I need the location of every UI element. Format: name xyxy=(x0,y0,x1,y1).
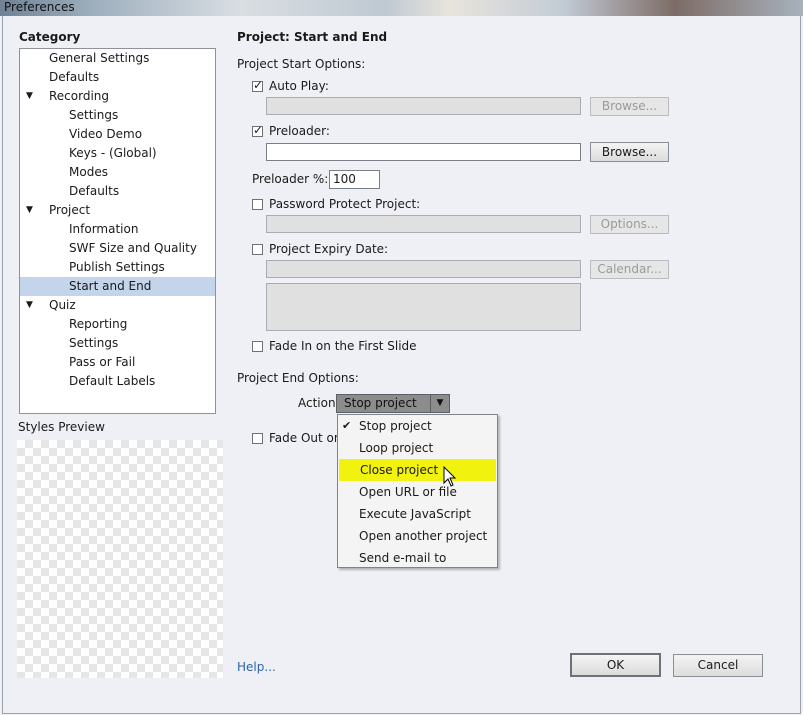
styles-preview-label: Styles Preview xyxy=(18,420,105,434)
tree-item[interactable]: Default Labels xyxy=(20,372,215,391)
tree-item-label: Modes xyxy=(69,165,108,179)
tree-item-label: Default Labels xyxy=(69,374,156,388)
action-menu-item[interactable]: Loop project xyxy=(338,437,497,459)
title-bar xyxy=(0,0,803,16)
tree-item-label: Start and End xyxy=(69,279,152,293)
tree-item[interactable]: Defaults xyxy=(20,68,215,87)
expiry-date-label: Project Expiry Date: xyxy=(269,242,389,256)
expand-triangle-icon[interactable]: ▼ xyxy=(26,296,33,315)
tree-item-label: Defaults xyxy=(69,184,120,198)
action-menu-item-label: Open another project xyxy=(359,529,488,543)
ok-button[interactable]: OK xyxy=(570,653,661,677)
expiry-date-field[interactable] xyxy=(266,260,581,278)
fade-out-label: Fade Out on xyxy=(269,431,342,445)
expiry-date-checkbox[interactable] xyxy=(252,244,263,255)
window-title: Preferences xyxy=(4,0,75,14)
action-select[interactable]: Stop project ▼ xyxy=(336,394,450,413)
cancel-button[interactable]: Cancel xyxy=(673,654,763,677)
preloader-percent-field[interactable]: 100 xyxy=(329,170,380,189)
fade-in-checkbox[interactable] xyxy=(252,341,263,352)
tree-item[interactable]: Information xyxy=(20,220,215,239)
tree-item-label: Video Demo xyxy=(69,127,143,141)
tree-item[interactable]: ▼ Project xyxy=(20,201,215,220)
action-label: Action: xyxy=(298,396,340,410)
password-options-button[interactable]: Options... xyxy=(590,215,669,234)
tree-item[interactable]: Reporting xyxy=(20,315,215,334)
expand-triangle-icon[interactable]: ▼ xyxy=(26,201,33,220)
preloader-percent-label: Preloader %: xyxy=(252,172,329,186)
expiry-message-area[interactable] xyxy=(266,283,581,331)
preloader-label: Preloader: xyxy=(269,124,330,138)
tree-item[interactable]: Keys - (Global) xyxy=(20,144,215,163)
styles-preview-canvas xyxy=(17,440,223,678)
action-menu-item-label: Close project xyxy=(360,463,439,477)
tree-item-label: Publish Settings xyxy=(69,260,165,274)
tree-item[interactable]: Defaults xyxy=(20,182,215,201)
chevron-down-icon[interactable]: ▼ xyxy=(430,395,449,412)
mouse-cursor-icon xyxy=(443,466,457,487)
preloader-path-field[interactable] xyxy=(266,143,581,161)
tree-item-label: Settings xyxy=(69,108,119,122)
fade-out-checkbox[interactable] xyxy=(252,433,263,444)
tree-item[interactable]: ▼ Recording xyxy=(20,87,215,106)
tree-item[interactable]: Video Demo xyxy=(20,125,215,144)
action-menu-item[interactable]: Open URL or file xyxy=(338,481,497,503)
tree-item-label: General Settings xyxy=(49,51,150,65)
tree-item-label: Quiz xyxy=(49,298,76,312)
tree-item-label: Pass or Fail xyxy=(69,355,136,369)
category-heading: Category xyxy=(19,30,81,44)
action-menu-item-label: Loop project xyxy=(359,441,434,455)
action-menu-item-label: Send e-mail to xyxy=(359,551,447,565)
tree-item[interactable]: Modes xyxy=(20,163,215,182)
checkmark-icon: ✓ xyxy=(253,123,264,137)
end-options-label: Project End Options: xyxy=(237,371,359,385)
checkmark-icon: ✔ xyxy=(342,419,352,432)
password-protect-label: Password Protect Project: xyxy=(269,197,421,211)
password-field[interactable] xyxy=(266,215,581,233)
tree-item-label: SWF Size and Quality xyxy=(69,241,197,255)
action-menu-item[interactable]: ✔ Stop project xyxy=(338,415,497,437)
preloader-browse-button[interactable]: Browse... xyxy=(590,142,669,162)
tree-item[interactable]: Start and End xyxy=(20,277,215,296)
tree-item-label: Settings xyxy=(69,336,119,350)
tree-item-label: Reporting xyxy=(69,317,128,331)
fade-in-label: Fade In on the First Slide xyxy=(269,339,417,353)
tree-item-label: Defaults xyxy=(49,70,100,84)
tree-item[interactable]: Settings xyxy=(20,334,215,353)
action-menu-item-label: Stop project xyxy=(359,419,432,433)
auto-play-path-field[interactable] xyxy=(266,97,581,115)
action-menu-item[interactable]: Open another project xyxy=(338,525,497,547)
auto-play-label: Auto Play: xyxy=(269,79,329,93)
action-menu-item[interactable]: Execute JavaScript xyxy=(338,503,497,525)
tree-item[interactable]: General Settings xyxy=(20,49,215,68)
preloader-checkbox[interactable]: ✓ xyxy=(252,123,264,137)
password-protect-checkbox[interactable] xyxy=(252,199,263,210)
tree-item-label: Project xyxy=(49,203,91,217)
category-tree[interactable]: General Settings Defaults ▼ Recording Settin… xyxy=(19,48,216,414)
tree-item[interactable]: Publish Settings xyxy=(20,258,215,277)
start-options-label: Project Start Options: xyxy=(237,57,366,71)
auto-play-browse-button[interactable]: Browse... xyxy=(590,97,669,116)
expand-triangle-icon[interactable]: ▼ xyxy=(26,87,33,106)
action-menu-item[interactable]: Close project xyxy=(339,459,496,481)
action-dropdown-menu: ✔ Stop project Loop project Close project Op… xyxy=(337,414,498,568)
tree-item[interactable]: ▼ Quiz xyxy=(20,296,215,315)
auto-play-checkbox[interactable]: ✓ xyxy=(252,78,264,92)
panel-title: Project: Start and End xyxy=(237,30,388,44)
tree-item-label: Keys - (Global) xyxy=(69,146,157,160)
tree-item[interactable]: SWF Size and Quality xyxy=(20,239,215,258)
tree-item[interactable]: Pass or Fail xyxy=(20,353,215,372)
action-select-value: Stop project xyxy=(344,396,417,410)
checkmark-icon: ✓ xyxy=(253,78,264,92)
tree-item-label: Recording xyxy=(49,89,110,103)
tree-item[interactable]: Settings xyxy=(20,106,215,125)
help-link[interactable]: Help... xyxy=(237,660,276,674)
action-menu-item-label: Execute JavaScript xyxy=(359,507,471,521)
action-menu-item[interactable]: Send e-mail to xyxy=(338,547,497,569)
calendar-button[interactable]: Calendar... xyxy=(590,260,669,279)
tree-item-label: Information xyxy=(69,222,139,236)
